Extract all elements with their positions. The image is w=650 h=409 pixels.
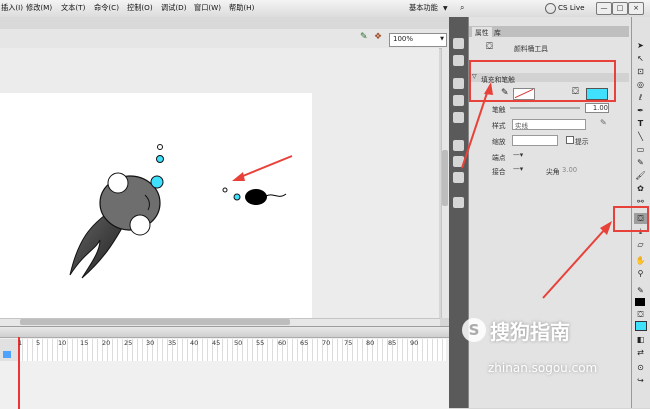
annotation-arrows xyxy=(232,82,612,299)
watermark-text: 搜狗指南 xyxy=(490,320,570,344)
sogou-logo-icon: S xyxy=(462,318,486,342)
watermark-url: zhinan.sogou.com xyxy=(488,361,598,375)
